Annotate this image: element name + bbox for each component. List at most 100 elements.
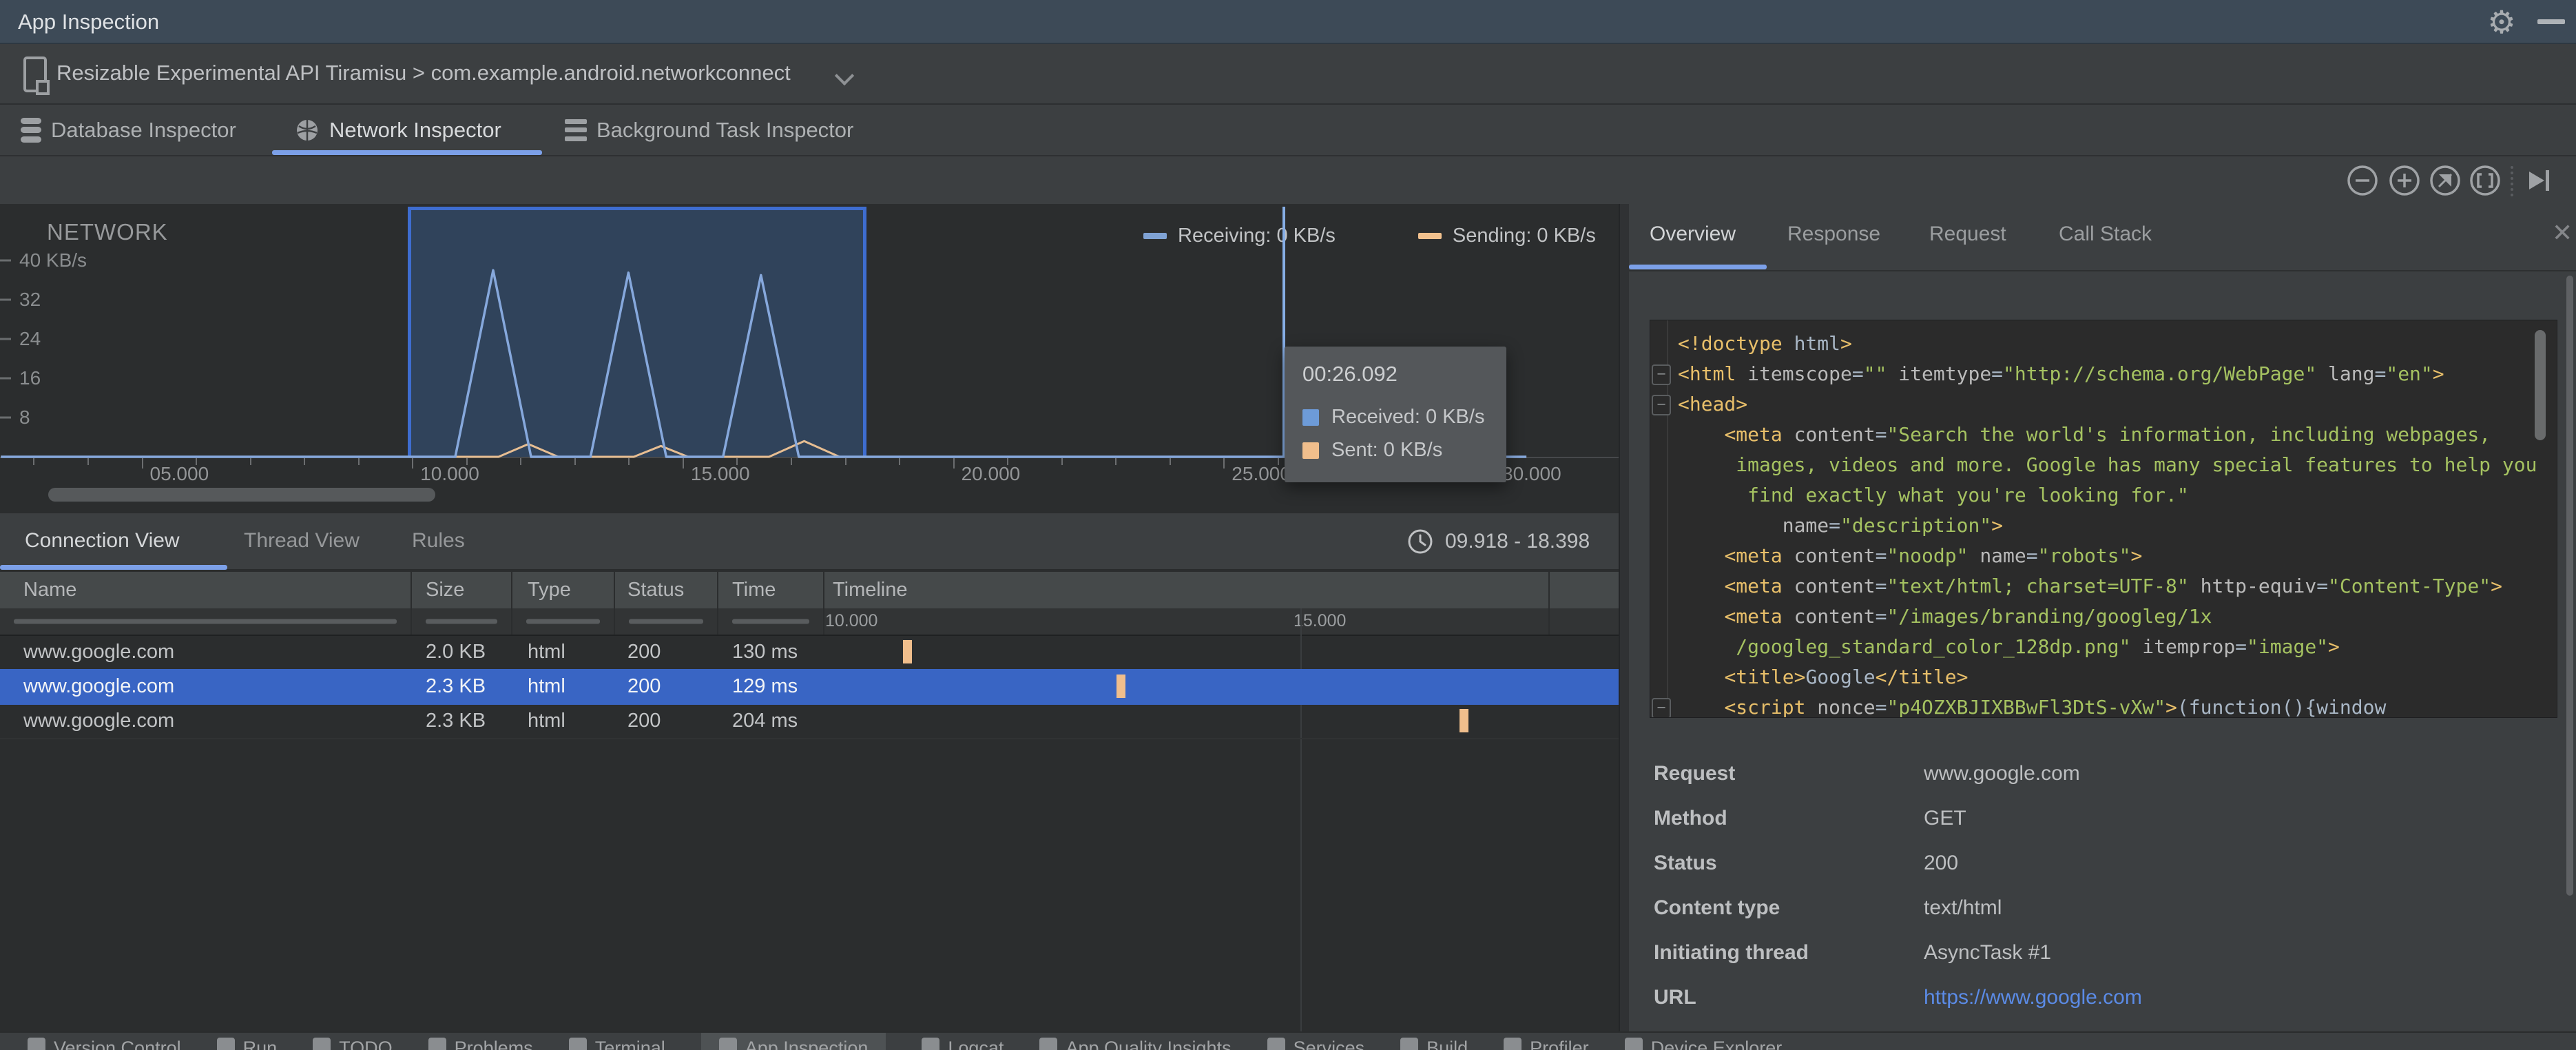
request-timeline-marker[interactable] xyxy=(1116,675,1126,698)
ruler-cell xyxy=(412,608,512,635)
tool-window-icon xyxy=(1400,1038,1419,1050)
detail-label: Status xyxy=(1654,852,1717,874)
cell-size: 2.3 KB xyxy=(426,675,486,697)
tool-window-button-logcat[interactable]: Logcat xyxy=(922,1038,1004,1050)
code-line: <!doctype html> xyxy=(1678,332,1852,355)
clock-icon xyxy=(1408,529,1433,553)
column-header-name[interactable]: Name xyxy=(0,572,412,608)
zoom-in-icon[interactable] xyxy=(2387,163,2422,198)
column-resize-bar[interactable] xyxy=(426,619,497,624)
code-fold-icon[interactable]: – xyxy=(1652,395,1671,415)
response-preview-editor[interactable]: <!doctype html> <html itemscope="" itemty… xyxy=(1650,320,2557,718)
cell-time: 130 ms xyxy=(732,640,798,663)
tool-window-button-profiler[interactable]: Profiler xyxy=(1504,1038,1589,1050)
chevron-down-icon[interactable] xyxy=(834,65,855,86)
ruler-cell xyxy=(0,608,412,635)
tool-window-button-app-inspection[interactable]: App Inspection xyxy=(700,1033,886,1050)
column-resize-bar[interactable] xyxy=(526,619,600,624)
cell-type: html xyxy=(528,640,565,663)
detail-label: Request xyxy=(1654,762,1736,785)
tool-window-button-todo[interactable]: TODO xyxy=(313,1038,393,1050)
network-inspector-main: NETWORK 40 KB/s 32 24 16 8 Receiving: 0 KB/s… xyxy=(0,204,1619,1031)
detail-row: Request www.google.com xyxy=(1654,762,2535,792)
close-icon[interactable]: ✕ xyxy=(2552,219,2573,247)
page-title: App Inspection xyxy=(18,10,160,34)
detail-tab-request[interactable]: Request xyxy=(1929,204,2006,265)
tab-label: Database Inspector xyxy=(51,117,236,142)
tab-background-task-inspector[interactable]: Background Task Inspector xyxy=(565,105,853,155)
code-fold-icon[interactable]: – xyxy=(1652,698,1671,717)
tool-window-label: Run xyxy=(242,1038,278,1050)
go-live-icon[interactable] xyxy=(2521,163,2555,198)
ruler-cell xyxy=(718,608,824,635)
tool-window-button-run[interactable]: Run xyxy=(216,1038,278,1050)
detail-tabs: ✕ Overview Response Request Call Stack xyxy=(1629,204,2576,271)
reset-zoom-icon[interactable] xyxy=(2428,163,2462,198)
cell-type: html xyxy=(528,709,565,732)
request-timeline-marker[interactable] xyxy=(903,640,913,663)
connection-detail-panel: ✕ Overview Response Request Call Stack <!do… xyxy=(1629,204,2576,1031)
detail-row: URL https://www.google.com xyxy=(1654,986,2535,1016)
column-resize-bar[interactable] xyxy=(14,619,397,624)
detail-tab-call-stack[interactable]: Call Stack xyxy=(2059,204,2152,265)
detail-value: AsyncTask #1 xyxy=(1924,941,2052,964)
column-header-size[interactable]: Size xyxy=(412,572,512,608)
code-line: find exactly what you're looking for." xyxy=(1678,484,2189,506)
cell-size: 2.3 KB xyxy=(426,709,486,732)
process-selector-label[interactable]: Resizable Experimental API Tiramisu > co… xyxy=(56,61,791,85)
toolbar-separator xyxy=(2511,166,2513,196)
code-line: <meta content="Search the world's inform… xyxy=(1724,423,2491,446)
minimize-icon[interactable] xyxy=(2537,19,2565,24)
detail-value-link[interactable]: https://www.google.com xyxy=(1924,986,2142,1009)
column-resize-bar[interactable] xyxy=(629,619,703,624)
selected-range-text: 09.918 - 18.398 xyxy=(1445,529,1590,553)
detail-tab-response[interactable]: Response xyxy=(1787,204,1880,265)
tool-window-icon xyxy=(922,1038,940,1050)
tool-window-button-app-quality-insights[interactable]: App Quality Insights xyxy=(1039,1038,1232,1050)
detail-row: Status 200 xyxy=(1654,852,2535,882)
table-header[interactable]: Name Size Type Status Time Timeline xyxy=(0,572,1619,608)
code-fold-icon[interactable]: – xyxy=(1652,364,1671,385)
column-header-timeline[interactable]: Timeline xyxy=(824,572,1550,608)
column-header-type[interactable]: Type xyxy=(512,572,615,608)
tool-window-button-build[interactable]: Build xyxy=(1400,1038,1468,1050)
column-header-status[interactable]: Status xyxy=(615,572,718,608)
column-resize-bar[interactable] xyxy=(732,619,809,624)
tooltip-label: Received: 0 KB/s xyxy=(1331,406,1485,428)
editor-scrollbar[interactable] xyxy=(2535,330,2546,440)
code-line: <script nonce="p4OZXBJIXBBwFl3DtS-vXw">(… xyxy=(1724,696,2387,718)
table-row[interactable]: www.google.com 2.3 KB html 200 129 ms xyxy=(0,669,1619,705)
zoom-out-icon[interactable] xyxy=(2345,163,2380,198)
process-selector-bar[interactable]: Resizable Experimental API Tiramisu > co… xyxy=(0,44,2576,105)
panel-scrollbar[interactable] xyxy=(2566,276,2573,896)
tab-rules[interactable]: Rules xyxy=(412,513,465,568)
table-row[interactable]: www.google.com 2.0 KB html 200 130 ms xyxy=(0,635,1619,670)
database-icon xyxy=(21,117,41,143)
tab-connection-view[interactable]: Connection View xyxy=(25,513,180,568)
tool-window-button-terminal[interactable]: Terminal xyxy=(568,1038,665,1050)
tool-window-icon xyxy=(568,1038,587,1050)
code-line: <head> xyxy=(1678,393,1748,415)
tool-window-icon xyxy=(718,1038,737,1050)
request-timeline-marker[interactable] xyxy=(1460,709,1469,732)
table-row[interactable]: www.google.com 2.3 KB html 200 204 ms xyxy=(0,703,1619,739)
tab-label: Network Inspector xyxy=(329,117,501,142)
cell-status: 200 xyxy=(627,640,661,663)
tool-window-icon xyxy=(28,1038,45,1050)
zoom-to-selection-icon[interactable] xyxy=(2468,163,2502,198)
network-icon xyxy=(295,118,320,143)
gear-icon[interactable]: ⚙ xyxy=(2484,4,2520,40)
tool-window-button-services[interactable]: Services xyxy=(1267,1038,1364,1050)
tool-window-button-problems[interactable]: Problems xyxy=(428,1038,533,1050)
network-timeline-chart[interactable]: NETWORK 40 KB/s 32 24 16 8 Receiving: 0 KB/s… xyxy=(0,204,1619,513)
column-header-time[interactable]: Time xyxy=(718,572,824,608)
tool-window-button-version-control[interactable]: Version Control xyxy=(28,1038,181,1050)
tooltip-swatch xyxy=(1302,442,1319,459)
tool-window-label: Logcat xyxy=(948,1038,1004,1050)
tab-thread-view[interactable]: Thread View xyxy=(244,513,360,568)
tool-window-button-device-explorer[interactable]: Device Explorer xyxy=(1624,1038,1782,1050)
active-view-underline xyxy=(0,565,227,570)
tab-network-inspector[interactable]: Network Inspector xyxy=(295,105,501,155)
detail-tab-overview[interactable]: Overview xyxy=(1650,204,1736,265)
tab-database-inspector[interactable]: Database Inspector xyxy=(21,105,236,155)
